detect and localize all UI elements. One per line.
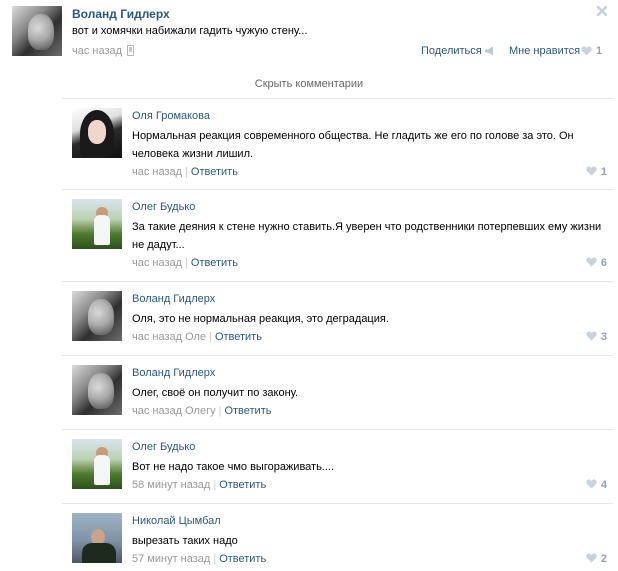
post-text: вот и хомячки набижали гадить чужую стен… xyxy=(72,25,308,37)
comment-time[interactable]: 57 минут назад xyxy=(132,553,210,565)
heart-icon[interactable] xyxy=(586,331,597,341)
avatar[interactable] xyxy=(72,199,122,249)
comment-time[interactable]: час назад Оле xyxy=(132,331,206,343)
reply-button[interactable]: Ответить xyxy=(224,405,271,417)
comment-meta: час назад Оле | Ответить xyxy=(132,331,262,343)
comment-author[interactable]: Воланд Гидлерх xyxy=(132,293,215,305)
comment-item: Николай Цымбал вырезать таких надо 57 ми… xyxy=(62,503,613,571)
comment-item: Олег Будько Вот не надо такое чмо выгора… xyxy=(62,429,613,504)
comment-item: Воланд Гидлерх Олег, своё он получит по … xyxy=(62,355,613,430)
heart-icon[interactable] xyxy=(586,257,597,267)
avatar[interactable] xyxy=(72,513,122,563)
comment-meta: час назад | Ответить xyxy=(132,166,238,178)
comment-author[interactable]: Оля Громакова xyxy=(132,110,210,122)
close-icon[interactable] xyxy=(595,4,609,18)
heart-icon[interactable] xyxy=(586,166,597,176)
comment-meta: час назад Олегу | Ответить xyxy=(132,405,272,417)
comment-item: Олег Будько За такие деяния к стене нужн… xyxy=(62,189,613,282)
comment-author[interactable]: Олег Будько xyxy=(132,441,195,453)
like-count: 4 xyxy=(600,479,607,491)
comment-time[interactable]: 58 минут назад xyxy=(132,479,210,491)
reply-button[interactable]: Ответить xyxy=(191,257,238,269)
heart-icon[interactable] xyxy=(581,46,592,56)
comment-text: Нормальная реакция современного общества… xyxy=(132,130,574,160)
avatar[interactable] xyxy=(72,365,122,415)
comment-author[interactable]: Воланд Гидлерх xyxy=(132,367,215,379)
comment-author[interactable]: Николай Цымбал xyxy=(132,515,221,527)
comment-time[interactable]: час назад Олегу xyxy=(132,405,216,417)
comment-item: Воланд Гидлерх Оля, это не нормальная ре… xyxy=(62,281,613,356)
post-time[interactable]: час назад xyxy=(72,45,122,57)
post-like-count: 1 xyxy=(596,45,603,57)
comment-time[interactable]: час назад xyxy=(132,166,182,178)
wall-post: Воланд Гидлерх вот и хомячки набижали га… xyxy=(0,0,618,70)
megaphone-icon[interactable] xyxy=(484,46,495,56)
comment-meta: 58 минут назад | Ответить xyxy=(132,479,267,491)
post-author-name[interactable]: Воланд Гидлерх xyxy=(72,7,170,21)
comment-text: Вот не надо такое чмо выгораживать.... xyxy=(132,461,335,473)
share-button[interactable]: Поделиться xyxy=(421,45,482,57)
reply-button[interactable]: Ответить xyxy=(219,553,266,565)
comment-item: Оля Громакова Нормальная реакция совреме… xyxy=(62,98,613,189)
avatar[interactable] xyxy=(72,439,122,489)
avatar[interactable] xyxy=(72,291,122,341)
reply-button[interactable]: Ответить xyxy=(219,479,266,491)
heart-icon[interactable] xyxy=(586,479,597,489)
like-button[interactable]: Мне нравится xyxy=(509,45,580,57)
reply-button[interactable]: Ответить xyxy=(215,331,262,343)
comment-text: За такие деяния к стене нужно ставить.Я … xyxy=(132,221,602,251)
comment-meta: час назад | Ответить xyxy=(132,257,238,269)
reply-button[interactable]: Ответить xyxy=(191,166,238,178)
like-count: 6 xyxy=(600,257,607,269)
comment-text: Оля, это не нормальная реакция, это дегр… xyxy=(132,313,389,325)
avatar[interactable] xyxy=(72,108,122,158)
comment-author[interactable]: Олег Будько xyxy=(132,201,195,213)
like-count: 3 xyxy=(600,331,607,343)
comment-text: Олег, своё он получит по закону. xyxy=(132,387,299,399)
comment-like[interactable]: 4 xyxy=(586,479,607,491)
comment-like[interactable]: 6 xyxy=(586,257,607,269)
comment-like[interactable]: 2 xyxy=(586,553,607,565)
comment-like[interactable]: 3 xyxy=(586,331,607,343)
hide-comments-link[interactable]: Скрыть комментарии xyxy=(0,78,618,90)
like-count: 1 xyxy=(600,166,607,178)
post-author-avatar[interactable] xyxy=(12,6,62,56)
like-count: 2 xyxy=(600,553,607,565)
comment-like[interactable]: 1 xyxy=(586,166,607,178)
comment-text: вырезать таких надо xyxy=(132,535,238,547)
comment-time[interactable]: час назад xyxy=(132,257,182,269)
mobile-phone-icon xyxy=(127,45,134,56)
heart-icon[interactable] xyxy=(586,553,597,563)
comment-meta: 57 минут назад | Ответить xyxy=(132,553,267,565)
